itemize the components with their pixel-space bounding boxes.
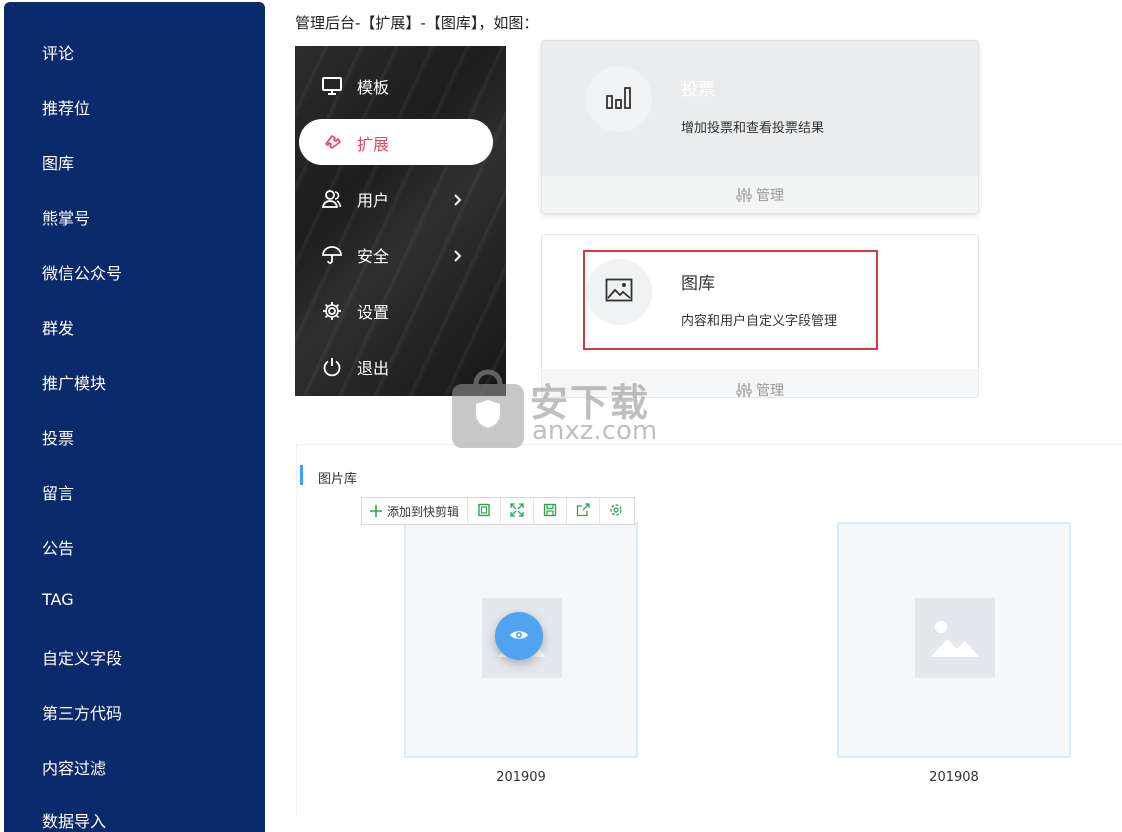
watermark-domain: anxz.com	[532, 416, 658, 446]
sidebar-item-vote[interactable]: 投票	[42, 425, 74, 449]
menu-label-logout: 退出	[357, 359, 390, 378]
sidebar-item-third-party[interactable]: 第三方代码	[42, 700, 122, 724]
save-icon	[543, 502, 557, 521]
album-label: 201908	[929, 770, 979, 785]
menu-label-template: 模板	[357, 78, 390, 97]
gallery-manage-label: 管理	[756, 383, 784, 398]
sliders-icon	[736, 382, 752, 397]
umbrella-icon	[321, 244, 343, 266]
highlight-box	[583, 250, 878, 350]
image-placeholder-icon	[915, 598, 995, 678]
admin-menu-panel: 模板 扩展 用户 安全 设置 退出	[295, 46, 506, 396]
share-icon	[576, 502, 590, 521]
plus-icon	[370, 505, 382, 517]
vote-manage-button[interactable]: 管理	[542, 175, 978, 213]
vote-icon-circle	[586, 66, 652, 132]
sidebar-item-gallery[interactable]: 图库	[42, 150, 74, 174]
puzzle-icon	[321, 131, 343, 153]
sidebar-item-tag[interactable]: TAG	[42, 590, 74, 609]
sidebar-item-custom-field[interactable]: 自定义字段	[42, 645, 122, 669]
save-button[interactable]	[534, 498, 568, 524]
crop-icon	[477, 502, 491, 521]
menu-label-extend: 扩展	[357, 135, 390, 154]
sidebar-item-mass-send[interactable]: 群发	[42, 315, 74, 339]
preview-button[interactable]	[495, 612, 543, 660]
settings-icon	[609, 502, 623, 521]
gear-icon	[321, 300, 343, 322]
expand-button[interactable]	[501, 498, 535, 524]
menu-label-settings: 设置	[357, 303, 390, 322]
vote-card-title: 投票	[681, 80, 715, 100]
chevron-right-icon	[451, 192, 465, 206]
menu-label-users: 用户	[357, 191, 390, 210]
sidebar-item-comments[interactable]: 评论	[42, 40, 74, 64]
bar-chart-icon	[605, 84, 633, 114]
sidebar-item-notice[interactable]: 公告	[42, 535, 74, 559]
page-caption: 管理后台-【扩展】-【图库】，如图：	[295, 14, 539, 32]
settings-button[interactable]	[600, 498, 632, 524]
sidebar-item-wechat[interactable]: 微信公众号	[42, 260, 122, 284]
users-icon	[321, 188, 343, 210]
vote-card-desc: 增加投票和查看投票结果	[681, 121, 825, 136]
menu-item-security[interactable]: 安全	[295, 233, 506, 277]
share-button[interactable]	[567, 498, 601, 524]
album-thumb-201908[interactable]	[837, 522, 1071, 758]
sliders-icon	[736, 187, 752, 203]
album-label: 201909	[496, 770, 546, 785]
crop-button[interactable]	[468, 498, 502, 524]
left-sidebar: 评论 推荐位 图库 熊掌号 微信公众号 群发 推广模块 投票 留言 公告 TAG…	[4, 2, 265, 832]
sidebar-item-promo[interactable]: 推广模块	[42, 370, 106, 394]
menu-item-users[interactable]: 用户	[295, 177, 506, 221]
add-to-clip-button[interactable]: 添加到快剪辑	[362, 498, 469, 524]
vote-card[interactable]: 投票 增加投票和查看投票结果 管理	[541, 40, 979, 214]
sidebar-item-xiongzhang[interactable]: 熊掌号	[42, 205, 90, 229]
chevron-right-icon	[451, 248, 465, 262]
image-toolbar: 添加到快剪辑	[361, 497, 635, 525]
expand-icon	[510, 502, 524, 521]
menu-item-settings[interactable]: 设置	[295, 289, 506, 333]
menu-label-security: 安全	[357, 247, 390, 266]
power-icon	[321, 356, 343, 378]
menu-item-template[interactable]: 模板	[295, 64, 506, 108]
sidebar-item-recommend[interactable]: 推荐位	[42, 95, 90, 119]
sidebar-item-filter[interactable]: 内容过滤	[42, 755, 106, 779]
sidebar-item-message[interactable]: 留言	[42, 480, 74, 504]
menu-item-extend[interactable]: 扩展	[295, 119, 506, 165]
add-to-clip-label: 添加到快剪辑	[387, 504, 460, 519]
library-title-accent	[300, 465, 303, 485]
eye-icon	[509, 627, 529, 646]
vote-manage-label: 管理	[756, 188, 784, 204]
library-title: 图片库	[318, 472, 358, 487]
monitor-icon	[321, 75, 343, 97]
sidebar-item-import[interactable]: 数据导入	[42, 808, 106, 832]
watermark: 安下载 anxz.com	[452, 366, 692, 450]
